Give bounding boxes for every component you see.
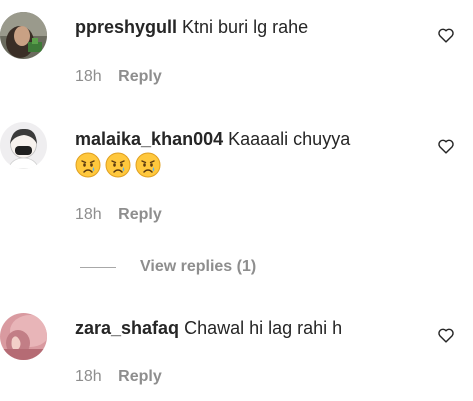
comment-text-line: zara_shafaq Chawal hi lag rahi h [75, 317, 342, 339]
avatar[interactable] [0, 313, 47, 360]
comment-body: Kaaaali chuyya [228, 129, 351, 149]
sad-face-emoji [105, 152, 131, 180]
sad-face-icon [105, 152, 131, 178]
comment-text-line: malaika_khan004 Kaaaali chuyya [75, 128, 350, 150]
reply-button[interactable]: Reply [118, 206, 162, 223]
sad-face-emoji [75, 152, 101, 180]
avatar-image [0, 122, 47, 169]
comment-item: zara_shafaq Chawal hi lag rahi h 18h Rep… [0, 300, 473, 400]
timestamp: 18h [75, 368, 102, 385]
comment-body: Chawal hi lag rahi h [184, 318, 343, 338]
avatar[interactable] [0, 122, 47, 169]
heart-outline-icon[interactable] [437, 27, 455, 43]
view-replies-label: View replies (1) [140, 258, 257, 275]
sad-face-emoji [135, 152, 161, 180]
timestamp: 18h [75, 68, 102, 85]
avatar[interactable] [0, 12, 47, 59]
comment-meta: 18h Reply [75, 205, 162, 225]
sad-face-icon [135, 152, 161, 178]
comment-item: ppreshygull Ktni buri lg rahe 18h Reply [0, 0, 473, 100]
heart-outline-icon[interactable] [437, 327, 455, 343]
comment-item: malaika_khan004 Kaaaali chuyya 18h Reply [0, 110, 473, 260]
comment-body: Ktni buri lg rahe [182, 17, 309, 37]
username-link[interactable]: zara_shafaq [75, 318, 179, 338]
reply-button[interactable]: Reply [118, 68, 162, 85]
username-link[interactable]: ppreshygull [75, 17, 177, 37]
username-link[interactable]: malaika_khan004 [75, 129, 223, 149]
comment-meta: 18h Reply [75, 367, 162, 387]
view-replies-button[interactable]: View replies (1) [80, 257, 256, 277]
divider-line [80, 266, 116, 268]
reply-button[interactable]: Reply [118, 368, 162, 385]
comment-meta: 18h Reply [75, 67, 162, 87]
comment-text-line: ppreshygull Ktni buri lg rahe [75, 16, 308, 38]
sad-face-icon [75, 152, 101, 178]
emoji-row [75, 152, 161, 180]
avatar-image [0, 12, 47, 59]
timestamp: 18h [75, 206, 102, 223]
avatar-image [0, 313, 47, 360]
heart-outline-icon[interactable] [437, 138, 455, 154]
